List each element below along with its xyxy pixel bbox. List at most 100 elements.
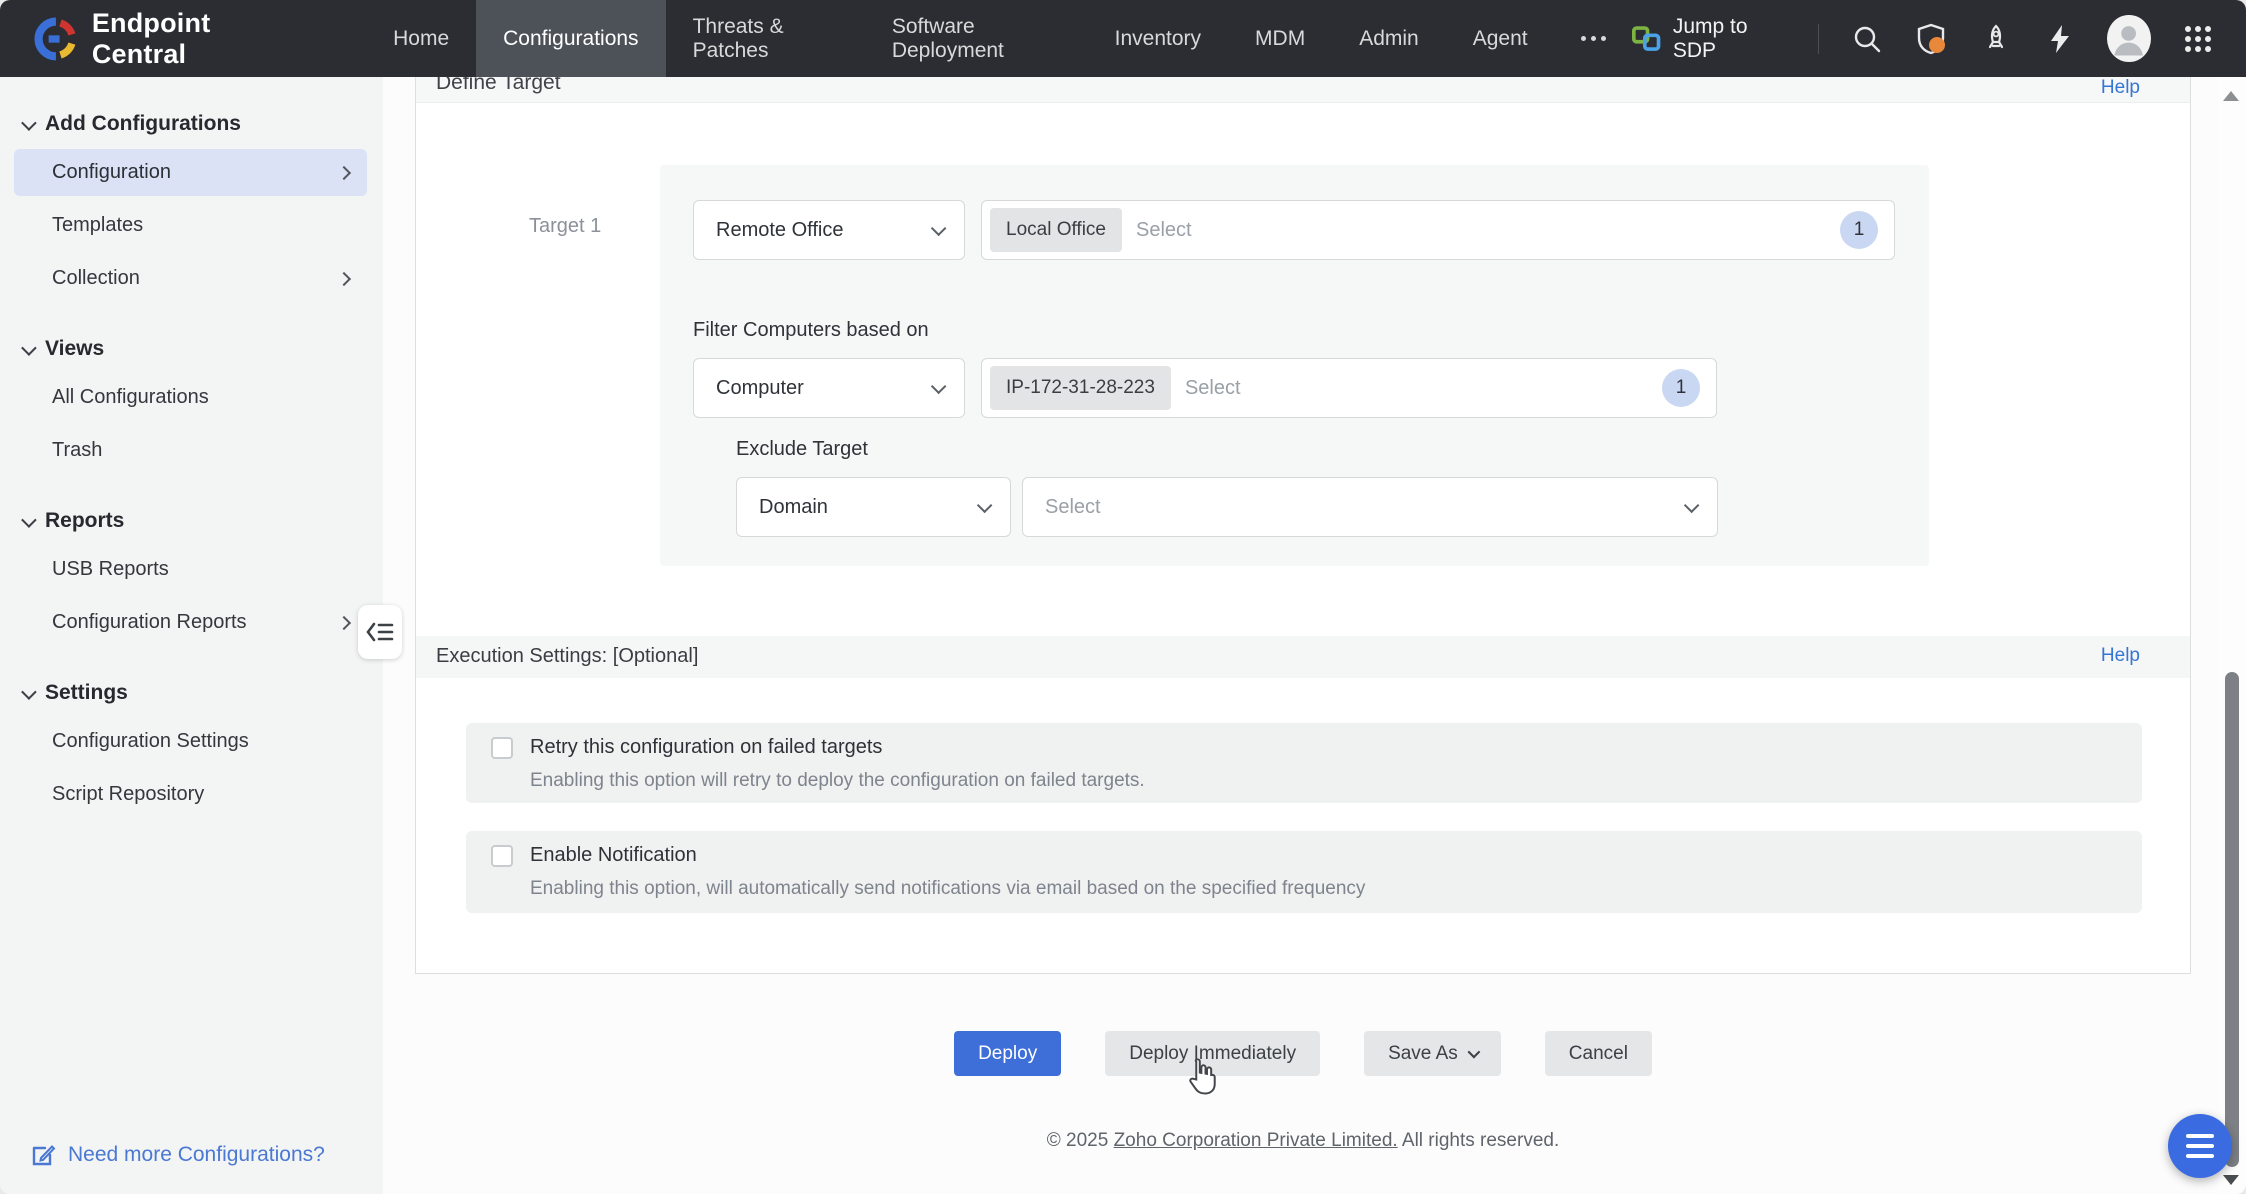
nav-item-threats-patches[interactable]: Threats & Patches [666, 0, 865, 77]
sidebar-item-configuration-settings[interactable]: Configuration Settings [14, 718, 367, 765]
filter-computer-chip[interactable]: IP-172-31-28-223 [990, 366, 1171, 410]
chevron-down-icon [21, 684, 37, 700]
sidebar-item-label: Collection [52, 267, 140, 290]
filter-computers-label: Filter Computers based on [693, 319, 929, 342]
sidebar-header-views[interactable]: Views [0, 332, 383, 366]
nav-item-mdm[interactable]: MDM [1228, 0, 1332, 77]
exclude-type-value: Domain [759, 496, 828, 519]
jump-to-sdp-button[interactable]: Jump to SDP [1632, 15, 1786, 63]
nav-item-home[interactable]: Home [366, 0, 476, 77]
sidebar-item-usb-reports[interactable]: USB Reports [14, 546, 367, 593]
sidebar-item-script-repository[interactable]: Script Repository [14, 771, 367, 818]
chevron-right-icon [337, 615, 351, 629]
sidebar-collapse-button[interactable] [358, 605, 402, 659]
save-as-label: Save As [1388, 1043, 1458, 1065]
mouse-hand-cursor [1185, 1056, 1221, 1103]
sidebar-section-views: Views All Configurations Trash [0, 332, 383, 474]
target-select-field[interactable]: Local Office Select 1 [981, 200, 1895, 260]
nav-item-agent[interactable]: Agent [1446, 0, 1555, 77]
notification-option-description: Enabling this option, will automatically… [530, 878, 1365, 900]
sidebar-item-configuration-reports[interactable]: Configuration Reports [14, 599, 367, 646]
sidebar-item-collection[interactable]: Collection [14, 255, 367, 302]
filter-type-value: Computer [716, 377, 804, 400]
sidebar-item-label: All Configurations [52, 386, 209, 409]
sidebar-item-label: Script Repository [52, 783, 204, 806]
search-icon[interactable] [1851, 22, 1882, 56]
define-target-header: Define Target Help [416, 77, 2190, 103]
execution-settings-title: Execution Settings: [Optional] [436, 645, 698, 668]
sidebar-item-trash[interactable]: Trash [14, 427, 367, 474]
retry-checkbox[interactable] [491, 737, 513, 759]
scrollbar-thumb[interactable] [2225, 672, 2239, 1167]
notification-option-card: Enable Notification Enabling this option… [466, 831, 2142, 913]
sidebar-header-label: Settings [45, 681, 128, 705]
chevron-down-icon [931, 220, 947, 236]
define-target-title: Define Target [436, 77, 561, 95]
define-target-help-link[interactable]: Help [2101, 77, 2140, 99]
exclude-type-dropdown[interactable]: Domain [736, 477, 1011, 537]
apps-grid-icon[interactable] [2183, 22, 2214, 56]
target-type-value: Remote Office [716, 219, 843, 242]
floating-menu-button[interactable] [2168, 1114, 2232, 1178]
target-scope-chip[interactable]: Local Office [990, 208, 1122, 252]
cancel-button[interactable]: Cancel [1545, 1031, 1652, 1076]
nav-item-inventory[interactable]: Inventory [1088, 0, 1228, 77]
exclude-target-label: Exclude Target [736, 438, 868, 461]
chevron-down-icon [1684, 497, 1700, 513]
app-window: Endpoint Central Home Configurations Thr… [0, 0, 2246, 1194]
quick-actions-bolt-icon[interactable] [2044, 22, 2075, 56]
filter-select-placeholder: Select [1185, 377, 1241, 400]
sidebar-item-configuration[interactable]: Configuration [14, 149, 367, 196]
sidebar-item-label: USB Reports [52, 558, 169, 581]
sidebar-item-label: Configuration [52, 161, 171, 184]
chevron-down-icon [21, 512, 37, 528]
user-avatar[interactable] [2107, 15, 2150, 62]
endpoint-central-logo-icon [34, 16, 78, 62]
security-shield-icon[interactable] [1914, 22, 1948, 56]
deploy-button[interactable]: Deploy [954, 1031, 1061, 1076]
sidebar-header-reports[interactable]: Reports [0, 504, 383, 538]
action-buttons: Deploy Deploy Immediately Save As Cancel [415, 1031, 2191, 1076]
nav-divider [1818, 24, 1819, 54]
filter-select-field[interactable]: IP-172-31-28-223 Select 1 [981, 358, 1717, 418]
nav-menu: Home Configurations Threats & Patches So… [366, 0, 1632, 77]
nav-overflow-icon[interactable] [1555, 0, 1632, 77]
sidebar-section-reports: Reports USB Reports Configuration Report… [0, 504, 383, 646]
execution-settings-header: Execution Settings: [Optional] Help [416, 636, 2190, 678]
pencil-square-icon [30, 1142, 56, 1168]
target-count-badge[interactable]: 1 [1840, 211, 1878, 249]
nav-item-admin[interactable]: Admin [1332, 0, 1446, 77]
enable-notification-checkbox[interactable] [491, 845, 513, 867]
execution-settings-help-link[interactable]: Help [2101, 645, 2140, 667]
hamburger-icon [2186, 1134, 2214, 1138]
sidebar-header-label: Add Configurations [45, 112, 241, 136]
filter-type-dropdown[interactable]: Computer [693, 358, 965, 418]
scroll-down-arrow[interactable] [2223, 1175, 2239, 1185]
chevron-down-icon [977, 497, 993, 513]
scroll-up-arrow[interactable] [2223, 91, 2239, 101]
chevron-right-icon [337, 165, 351, 179]
sidebar-header-label: Views [45, 337, 104, 361]
retry-option-description: Enabling this option will retry to deplo… [530, 770, 1145, 792]
top-navbar: Endpoint Central Home Configurations Thr… [0, 0, 2246, 77]
need-more-configurations-label: Need more Configurations? [68, 1143, 325, 1167]
sidebar-header-settings[interactable]: Settings [0, 676, 383, 710]
save-as-button[interactable]: Save As [1364, 1031, 1501, 1076]
nav-item-software-deployment[interactable]: Software Deployment [865, 0, 1088, 77]
vertical-scrollbar[interactable] [2218, 77, 2246, 1194]
brand-title: Endpoint Central [92, 8, 302, 70]
brand[interactable]: Endpoint Central [0, 8, 302, 70]
target-type-dropdown[interactable]: Remote Office [693, 200, 965, 260]
zoho-corporation-link[interactable]: Zoho Corporation Private Limited. [1114, 1130, 1398, 1151]
need-more-configurations-link[interactable]: Need more Configurations? [30, 1142, 325, 1168]
chevron-down-icon [21, 340, 37, 356]
filter-count-badge[interactable]: 1 [1662, 369, 1700, 407]
define-target-panel: Define Target Help Target 1 Remote Offic… [415, 77, 2191, 974]
nav-item-configurations[interactable]: Configurations [476, 0, 665, 77]
sidebar-item-templates[interactable]: Templates [14, 202, 367, 249]
chevron-down-icon [21, 115, 37, 131]
sidebar-item-all-configurations[interactable]: All Configurations [14, 374, 367, 421]
rocket-icon[interactable] [1980, 22, 2012, 56]
exclude-select-dropdown[interactable]: Select [1022, 477, 1718, 537]
sidebar-header-add-configurations[interactable]: Add Configurations [0, 107, 383, 141]
